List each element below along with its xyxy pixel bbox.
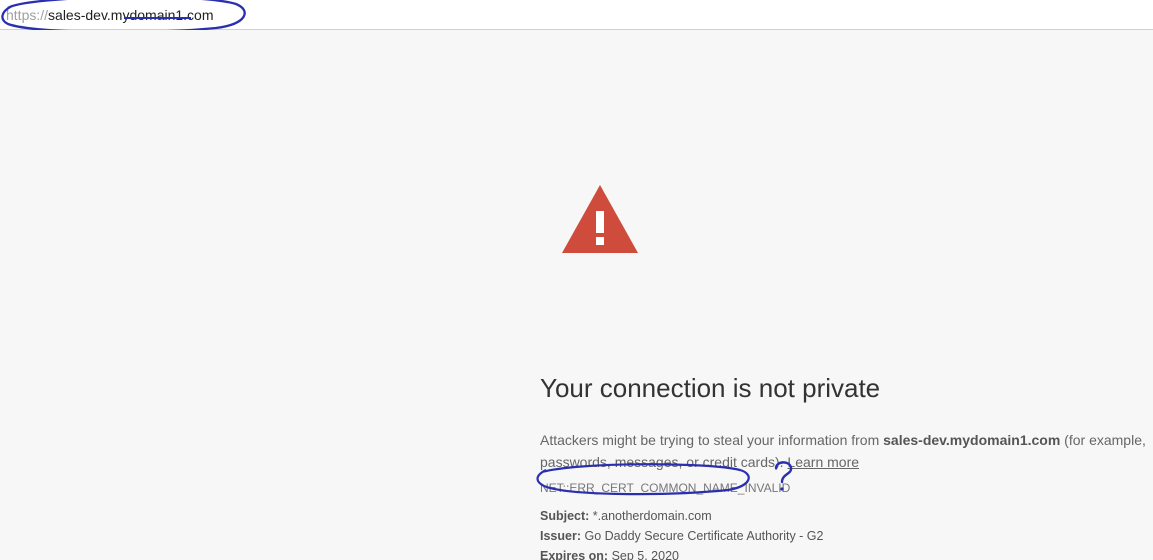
- learn-more-link[interactable]: Learn more: [787, 454, 859, 470]
- subject-value: *.anotherdomain.com: [593, 509, 712, 523]
- issuer-value: Go Daddy Secure Certificate Authority - …: [584, 529, 823, 543]
- expires-value: Sep 5, 2020: [612, 549, 679, 560]
- address-bar[interactable]: https://sales-dev.mydomain1.com: [0, 0, 1153, 29]
- error-code: NET::ERR_CERT_COMMON_NAME_INVALID: [540, 481, 1153, 495]
- warning-message: Attackers might be trying to steal your …: [540, 430, 1153, 473]
- cert-issuer-line: Issuer: Go Daddy Secure Certificate Auth…: [540, 529, 1153, 543]
- address-bar-container: https://sales-dev.mydomain1.com: [0, 0, 1153, 30]
- msg-prefix: Attackers might be trying to steal your …: [540, 432, 883, 448]
- interstitial-page: Your connection is not private Attackers…: [0, 30, 1153, 560]
- subject-label: Subject:: [540, 509, 589, 523]
- warning-block: Your connection is not private Attackers…: [540, 185, 1153, 560]
- issuer-label: Issuer:: [540, 529, 581, 543]
- url-host: sales-dev.mydomain1.com: [48, 7, 213, 23]
- cert-expires-line: Expires on: Sep 5, 2020: [540, 549, 1153, 560]
- url-protocol: https://: [6, 7, 48, 23]
- warning-title: Your connection is not private: [540, 373, 1153, 404]
- cert-subject-line: Subject: *.anotherdomain.com: [540, 509, 1153, 523]
- msg-domain: sales-dev.mydomain1.com: [883, 432, 1060, 448]
- expires-label: Expires on:: [540, 549, 608, 560]
- warning-triangle-icon: [562, 185, 638, 253]
